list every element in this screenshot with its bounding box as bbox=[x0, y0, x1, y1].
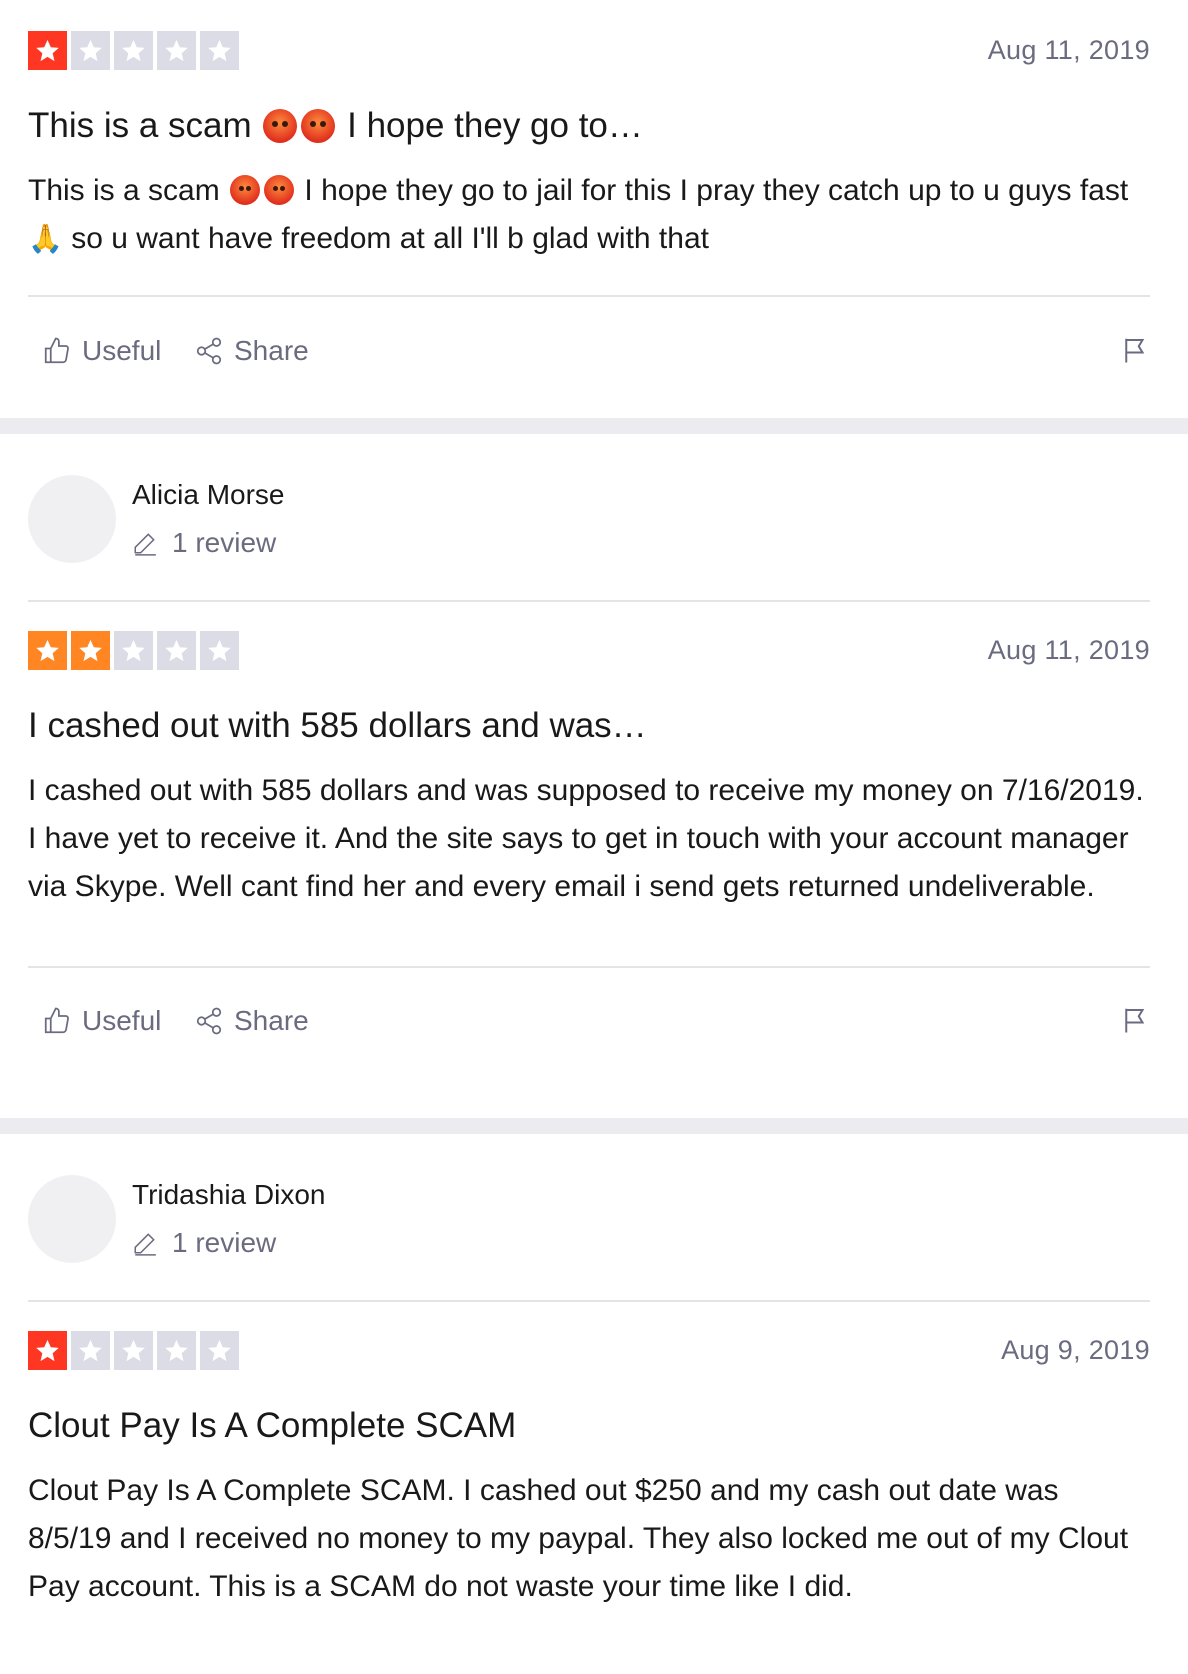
review-count: 1 review bbox=[132, 1227, 325, 1259]
review-date: Aug 9, 2019 bbox=[1001, 1335, 1150, 1365]
review-title[interactable]: This is a scam I hope they go to… bbox=[28, 106, 643, 146]
consumer-name[interactable]: Tridashia Dixon bbox=[132, 1179, 325, 1211]
avatar[interactable] bbox=[28, 1175, 116, 1263]
review-body: I cashed out with 585 dollars and was su… bbox=[28, 774, 1144, 903]
star-empty-icon bbox=[200, 631, 239, 670]
divider bbox=[28, 600, 1150, 602]
thumbs-up-icon bbox=[42, 1006, 72, 1036]
star-filled-icon bbox=[28, 631, 67, 670]
star-empty-icon bbox=[71, 1331, 110, 1370]
share-icon bbox=[194, 336, 224, 366]
divider bbox=[28, 1300, 1150, 1302]
rating-row: Aug 9, 2019 bbox=[28, 1331, 1150, 1370]
star-rating bbox=[28, 31, 239, 70]
star-empty-icon bbox=[157, 1331, 196, 1370]
pencil-icon bbox=[132, 530, 158, 556]
review-actions: Useful Share bbox=[0, 335, 1188, 445]
share-button[interactable]: Share bbox=[194, 335, 309, 367]
review-card-1: Aug 11, 2019 This is a scam I hope they … bbox=[0, 0, 1188, 418]
review-title[interactable]: Clout Pay Is A Complete SCAM bbox=[28, 1406, 516, 1446]
star-empty-icon bbox=[157, 31, 196, 70]
review-title[interactable]: I cashed out with 585 dollars and was… bbox=[28, 706, 647, 746]
pencil-icon bbox=[132, 1230, 158, 1256]
angry-face-emoji-icon bbox=[230, 175, 261, 205]
review-date: Aug 11, 2019 bbox=[987, 35, 1150, 65]
star-empty-icon bbox=[200, 31, 239, 70]
useful-button[interactable]: Useful bbox=[42, 335, 161, 367]
star-empty-icon bbox=[114, 31, 153, 70]
thumbs-up-icon bbox=[42, 336, 72, 366]
angry-face-emoji-icon bbox=[263, 109, 298, 143]
angry-face-emoji-icon bbox=[301, 109, 336, 143]
review-card-2: Alicia Morse 1 review Aug 11, 2019 I cas… bbox=[0, 434, 1188, 1118]
flag-icon[interactable] bbox=[1120, 335, 1150, 365]
star-empty-icon bbox=[114, 631, 153, 670]
divider bbox=[28, 295, 1150, 297]
review-count: 1 review bbox=[132, 527, 284, 559]
star-empty-icon bbox=[71, 31, 110, 70]
folded-hands-emoji-icon: 🙏 bbox=[28, 223, 63, 254]
star-rating bbox=[28, 631, 239, 670]
star-rating bbox=[28, 1331, 239, 1370]
angry-face-emoji-icon bbox=[264, 175, 295, 205]
divider bbox=[28, 966, 1150, 968]
star-empty-icon bbox=[200, 1331, 239, 1370]
star-filled-icon bbox=[71, 631, 110, 670]
review-separator bbox=[0, 1118, 1188, 1134]
avatar[interactable] bbox=[28, 475, 116, 563]
star-filled-icon bbox=[28, 31, 67, 70]
rating-row: Aug 11, 2019 bbox=[28, 31, 1150, 70]
rating-row: Aug 11, 2019 bbox=[28, 631, 1150, 670]
consumer-name[interactable]: Alicia Morse bbox=[132, 479, 284, 511]
star-filled-icon bbox=[28, 1331, 67, 1370]
consumer-info: Tridashia Dixon 1 review bbox=[28, 1134, 325, 1304]
review-body: Clout Pay Is A Complete SCAM. I cashed o… bbox=[28, 1474, 1129, 1603]
review-card-3: Tridashia Dixon 1 review Aug 9, 2019 Clo… bbox=[0, 1134, 1188, 1674]
share-icon bbox=[194, 1006, 224, 1036]
consumer-info: Alicia Morse 1 review bbox=[28, 434, 284, 604]
star-empty-icon bbox=[114, 1331, 153, 1370]
share-button[interactable]: Share bbox=[194, 1005, 309, 1037]
review-actions: Useful Share bbox=[0, 1005, 1188, 1115]
useful-button[interactable]: Useful bbox=[42, 1005, 161, 1037]
review-body: This is a scam I hope they go to jail fo… bbox=[28, 167, 1150, 263]
review-date: Aug 11, 2019 bbox=[987, 635, 1150, 665]
star-empty-icon bbox=[157, 631, 196, 670]
flag-icon[interactable] bbox=[1120, 1005, 1150, 1035]
